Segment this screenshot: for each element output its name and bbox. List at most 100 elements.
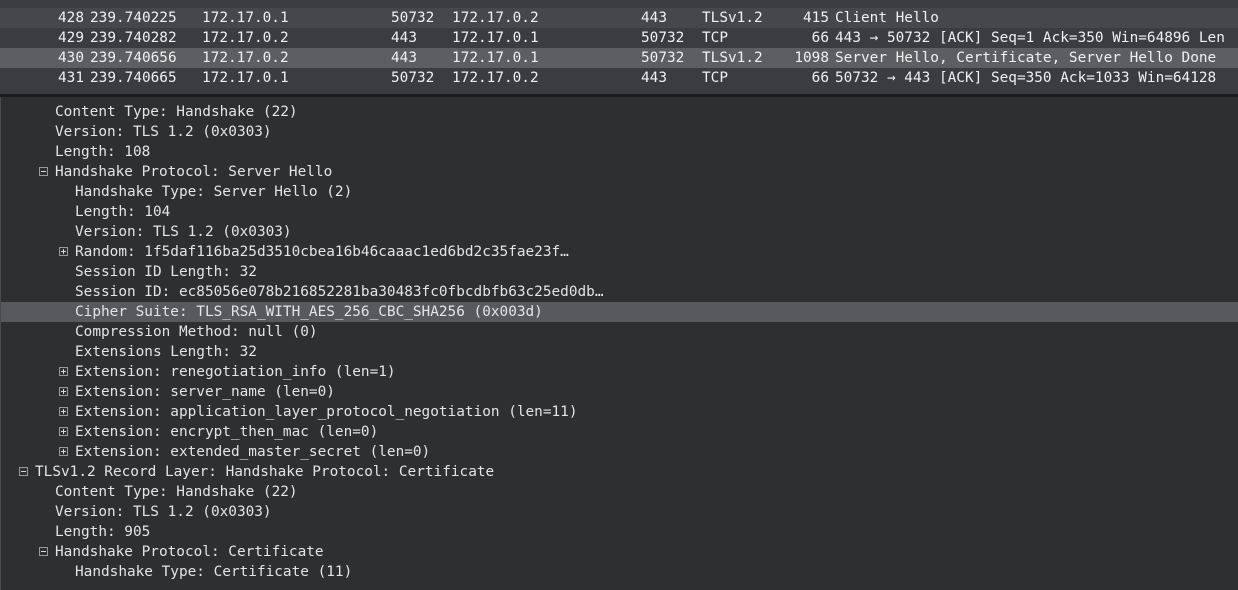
packet-cell-info: 50732 → 443 [ACK] Seq=350 Ack=1033 Win=6… [835,70,1217,86]
packet-cell-dport: 50732 [641,30,685,46]
tree-item[interactable]: Extension: encrypt_then_mac (len=0) [0,422,1238,442]
packet-cell-no: 429 [58,30,84,46]
packet-cell-src: 172.17.0.2 [202,30,289,46]
packet-cell-len: 415 [803,10,829,26]
tree-item[interactable]: Cipher Suite: TLS_RSA_WITH_AES_256_CBC_S… [0,302,1238,322]
packet-row-partial[interactable] [0,0,1238,8]
pane-border [0,97,1,590]
tree-item[interactable]: Compression Method: null (0) [0,322,1238,342]
packet-cell-len: 66 [811,30,829,46]
packet-cell-proto: TLSv1.2 [702,10,763,26]
packet-cell-src: 172.17.0.2 [202,50,289,66]
tree-item-label: Session ID Length: 32 [75,264,257,280]
packet-cell-len: 66 [811,70,829,86]
packet-list[interactable]: 428 239.740225 172.17.0.1 50732 172.17.0.2 44… [0,0,1238,96]
packet-row[interactable]: 430 239.740656 172.17.0.2 443 172.17.0.1 5073… [0,48,1238,68]
packet-cell-src: 172.17.0.1 [202,10,289,26]
tree-item[interactable]: Session ID Length: 32 [0,262,1238,282]
packet-cell-dport: 50732 [641,50,685,66]
packet-cell-dst: 172.17.0.2 [452,70,539,86]
collapse-icon[interactable] [39,167,48,176]
packet-row[interactable]: 429 239.740282 172.17.0.2 443 172.17.0.1 5073… [0,28,1238,48]
tree-item[interactable]: Content Type: Handshake (22) [0,102,1238,122]
tree-item[interactable]: Handshake Type: Certificate (11) [0,562,1238,582]
packet-cell-sport: 443 [391,30,417,46]
tree-item[interactable]: Extension: server_name (len=0) [0,382,1238,402]
tree-item[interactable]: Extension: renegotiation_info (len=1) [0,362,1238,382]
packet-cell-dport: 443 [641,10,667,26]
packet-cell-time: 239.740282 [90,30,177,46]
packet-cell-sport: 50732 [391,10,435,26]
tree-item-partial[interactable] [0,582,1238,590]
packet-cell-time: 239.740656 [90,50,177,66]
expand-icon[interactable] [59,407,68,416]
tree-item-label: Cipher Suite: TLS_RSA_WITH_AES_256_CBC_S… [75,304,543,320]
packet-cell-info: 443 → 50732 [ACK] Seq=1 Ack=350 Win=6489… [835,30,1225,46]
tree-item-label: Version: TLS 1.2 (0x0303) [55,124,272,140]
tree-item[interactable]: Extensions Length: 32 [0,342,1238,362]
tree-item-label: Extensions Length: 32 [75,344,257,360]
tree-item-label: Extension: application_layer_protocol_ne… [75,404,578,420]
tree-item-label: Session ID: ec85056e078b216852281ba30483… [75,284,604,300]
packet-cell-no: 430 [58,50,84,66]
expand-icon[interactable] [59,367,68,376]
tree-item[interactable]: Extension: extended_master_secret (len=0… [0,442,1238,462]
packet-cell-sport: 443 [391,50,417,66]
tree-item[interactable]: Handshake Protocol: Certificate [0,542,1238,562]
packet-cell-src: 172.17.0.1 [202,70,289,86]
collapse-icon[interactable] [19,467,28,476]
tree-item[interactable]: TLSv1.2 Record Layer: Handshake Protocol… [0,462,1238,482]
packet-cell-dst: 172.17.0.1 [452,30,539,46]
expand-icon[interactable] [59,387,68,396]
tree-item[interactable]: Random: 1f5daf116ba25d3510cbea16b46caaac… [0,242,1238,262]
tree-item[interactable]: Version: TLS 1.2 (0x0303) [0,122,1238,142]
tree-item-label: Length: 104 [75,204,171,220]
packet-cell-info: Client Hello [835,10,939,26]
tree-item-label: Handshake Protocol: Server Hello [55,164,333,180]
tree-item-label: Extension: extended_master_secret (len=0… [75,444,431,460]
packet-cell-no: 428 [58,10,84,26]
tree-item-label: Length: 108 [55,144,151,160]
tree-item[interactable]: Length: 108 [0,142,1238,162]
tree-item-label: Handshake Type: Certificate (11) [75,564,353,580]
tree-item-label: Compression Method: null (0) [75,324,318,340]
expand-icon[interactable] [59,427,68,436]
tree-item-label: TLSv1.2 Record Layer: Handshake Protocol… [35,464,495,480]
packet-cell-len: 1098 [794,50,829,66]
tree-item[interactable]: Handshake Type: Server Hello (2) [0,182,1238,202]
tree-item-label: Extension: server_name (len=0) [75,384,335,400]
tree-item-label: Handshake Protocol: Certificate [55,544,324,560]
tree-item-label: Content Type: Handshake (22) [55,484,298,500]
packet-details-tree[interactable]: Content Type: Handshake (22) Version: TLS… [0,97,1238,590]
tree-item[interactable]: Extension: application_layer_protocol_ne… [0,402,1238,422]
expand-icon[interactable] [59,247,68,256]
tree-item-label: Extension: renegotiation_info (len=1) [75,364,396,380]
tree-item-label: Handshake Type: Server Hello (2) [75,184,353,200]
tree-item-label: Random: 1f5daf116ba25d3510cbea16b46caaac… [75,244,569,260]
packet-cell-no: 431 [58,70,84,86]
tree-item[interactable]: Content Type: Handshake (22) [0,482,1238,502]
tree-item-label: Version: TLS 1.2 (0x0303) [75,224,292,240]
packet-cell-sport: 50732 [391,70,435,86]
packet-cell-dst: 172.17.0.2 [452,10,539,26]
packet-cell-proto: TCP [702,70,728,86]
tree-item[interactable]: Session ID: ec85056e078b216852281ba30483… [0,282,1238,302]
packet-row[interactable]: 428 239.740225 172.17.0.1 50732 172.17.0.2 44… [0,8,1238,28]
tree-item-label: Length: 905 [55,524,151,540]
tree-item-label: Extension: encrypt_then_mac (len=0) [75,424,379,440]
tree-item[interactable]: Version: TLS 1.2 (0x0303) [0,502,1238,522]
packet-cell-time: 239.740225 [90,10,177,26]
tree-item[interactable]: Length: 905 [0,522,1238,542]
tree-item[interactable]: Version: TLS 1.2 (0x0303) [0,222,1238,242]
packet-cell-dport: 443 [641,70,667,86]
packet-cell-proto: TLSv1.2 [702,50,763,66]
tree-item-label: Content Type: Handshake (22) [55,104,298,120]
collapse-icon[interactable] [39,547,48,556]
tree-item[interactable]: Handshake Protocol: Server Hello [0,162,1238,182]
expand-icon[interactable] [59,447,68,456]
tree-item-label: Version: TLS 1.2 (0x0303) [55,504,272,520]
packet-cell-proto: TCP [702,30,728,46]
packet-row[interactable]: 431 239.740665 172.17.0.1 50732 172.17.0.2 44… [0,68,1238,88]
tree-item[interactable]: Length: 104 [0,202,1238,222]
packet-cell-dst: 172.17.0.1 [452,50,539,66]
